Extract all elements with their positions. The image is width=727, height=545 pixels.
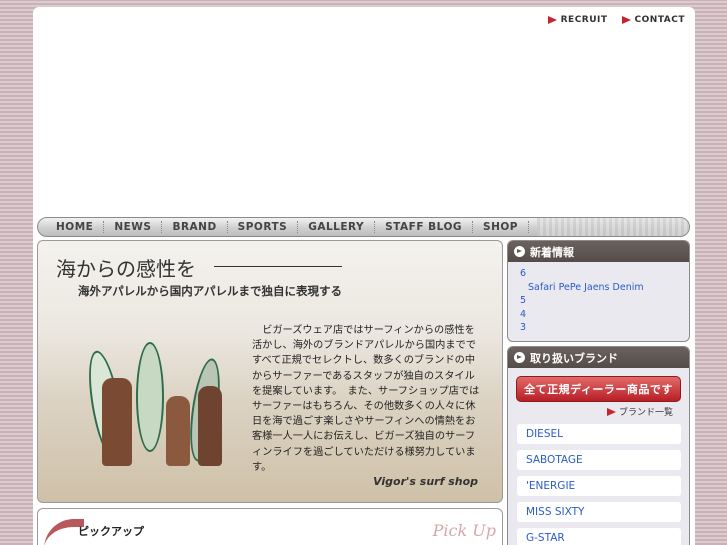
hero-divider <box>214 266 342 267</box>
news-header: 新着情報 <box>508 241 689 262</box>
dealer-button[interactable]: 全て正規ディーラー商品です <box>516 376 681 402</box>
brands-panel: 取り扱いブランド 全て正規ディーラー商品です ブランド一覧 DIESEL SAB… <box>507 346 690 545</box>
surfer-child <box>198 386 222 466</box>
news-list: 6 Safari PePe Jaens Denim 5 4 3 <box>508 262 689 335</box>
recruit-link[interactable]: RECRUIT <box>547 15 608 25</box>
brand-list-label: ブランド一覧 <box>618 408 673 418</box>
brand-item-diesel[interactable]: DIESEL <box>517 424 681 444</box>
surfer-child <box>102 378 132 466</box>
contact-link[interactable]: CONTACT <box>621 15 685 25</box>
pickup-section: ピックアップ Pick Up <box>37 508 503 545</box>
hero-title: 海からの感性を <box>56 257 196 281</box>
nav-staff-blog[interactable]: STAFF BLOG <box>375 221 474 233</box>
surfers-photo <box>82 336 238 466</box>
news-item[interactable]: 5 <box>520 294 689 308</box>
nav-shop[interactable]: SHOP <box>473 221 530 233</box>
surfer-child <box>166 396 190 466</box>
hero-description: ビガーズウェア店ではサーフィンからの感性を活かし、海外のブランドアパレルから国内… <box>252 325 480 473</box>
nav-decoration <box>537 218 689 236</box>
arrow-circle-icon <box>514 246 525 257</box>
pickup-title: ピックアップ <box>78 525 144 538</box>
hero-subtitle: 海外アパレルから国内アパレルまで独自に表現する <box>78 284 343 298</box>
news-panel: 新着情報 6 Safari PePe Jaens Denim 5 4 3 <box>507 240 690 342</box>
arrow-right-icon <box>621 16 631 24</box>
brand-list-link[interactable]: ブランド一覧 <box>508 405 689 418</box>
brand-item-miss-sixty[interactable]: MISS SIXTY <box>517 502 681 522</box>
brand-item-sabotage[interactable]: SABOTAGE <box>517 450 681 470</box>
hero-banner: 海からの感性を 海外アパレルから国内アパレルまで独自に表現する ビガーズウェア店… <box>37 240 503 503</box>
brands-header: 取り扱いブランド <box>508 347 689 368</box>
news-item[interactable]: Safari PePe Jaens Denim <box>520 281 689 295</box>
arrow-right-icon <box>547 16 557 24</box>
top-links: RECRUIT CONTACT <box>547 15 685 25</box>
main-nav: HOME NEWS BRAND SPORTS GALLERY STAFF BLO… <box>37 217 690 237</box>
arrow-right-icon <box>606 407 616 416</box>
news-item[interactable]: 3 <box>520 321 689 335</box>
news-item[interactable]: 4 <box>520 308 689 322</box>
nav-home[interactable]: HOME <box>46 221 105 233</box>
nav-sports[interactable]: SPORTS <box>228 221 299 233</box>
contact-label: CONTACT <box>634 15 685 25</box>
pickup-en-title: Pick Up <box>432 521 496 540</box>
hero-signature: Vigor's surf shop <box>373 475 478 488</box>
brand-item-g-star[interactable]: G-STAR <box>517 528 681 545</box>
news-item[interactable]: 6 <box>520 267 689 281</box>
page-container: RECRUIT CONTACT HOME NEWS BRAND SPORTS G… <box>33 7 695 545</box>
brands-heading: 取り扱いブランド <box>530 351 618 365</box>
nav-gallery[interactable]: GALLERY <box>298 221 376 233</box>
surfboard <box>136 342 164 452</box>
arrow-circle-icon <box>514 352 525 363</box>
brand-item-energie[interactable]: 'ENERGIE <box>517 476 681 496</box>
nav-news[interactable]: NEWS <box>104 221 163 233</box>
nav-brand[interactable]: BRAND <box>162 221 228 233</box>
news-heading: 新着情報 <box>530 245 574 259</box>
recruit-label: RECRUIT <box>560 15 608 25</box>
